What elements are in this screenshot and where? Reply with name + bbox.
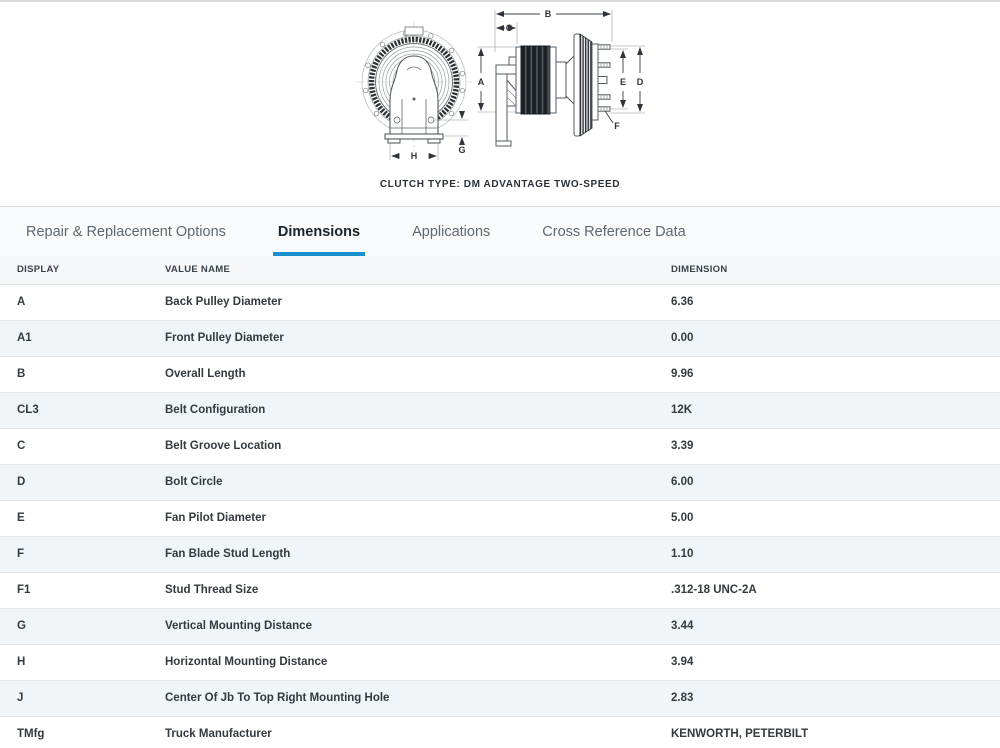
cell-dimension: 12K: [671, 392, 1000, 429]
cell-display: CL3: [0, 392, 165, 429]
cell-value-name: Stud Thread Size: [165, 572, 671, 609]
table-row: H Horizontal Mounting Distance 3.94: [0, 644, 1000, 681]
tab-repair-replacement-options[interactable]: Repair & Replacement Options: [21, 207, 231, 256]
table-row: F Fan Blade Stud Length 1.10: [0, 536, 1000, 573]
dim-label-h: H: [411, 151, 418, 161]
cell-value-name: Fan Pilot Diameter: [165, 500, 671, 537]
dim-label-e: E: [620, 77, 626, 87]
dim-label-b: B: [545, 9, 552, 19]
cell-dimension: 5.00: [671, 500, 1000, 537]
clutch-diagram: H G A B C E D F: [356, 9, 645, 161]
dim-label-d: D: [637, 77, 644, 87]
cell-dimension: KENWORTH, PETERBILT: [671, 716, 1000, 748]
cell-dimension: 0.00: [671, 320, 1000, 357]
tab-cross-reference-data[interactable]: Cross Reference Data: [537, 207, 690, 256]
table-row: A1 Front Pulley Diameter 0.00: [0, 320, 1000, 357]
cell-value-name: Truck Manufacturer: [165, 716, 671, 748]
cell-value-name: Back Pulley Diameter: [165, 284, 671, 321]
cell-display: E: [0, 500, 165, 537]
dim-label-g: G: [458, 145, 465, 155]
table-row: B Overall Length 9.96: [0, 356, 1000, 393]
cell-display: H: [0, 644, 165, 681]
column-header-dimension: DIMENSION: [671, 256, 1000, 285]
cell-display: F: [0, 536, 165, 573]
cell-display: A: [0, 284, 165, 321]
cell-display: D: [0, 464, 165, 501]
column-header-display: DISPLAY: [0, 256, 165, 285]
cell-display: J: [0, 680, 165, 717]
cell-display: F1: [0, 572, 165, 609]
table-row: C Belt Groove Location 3.39: [0, 428, 1000, 465]
clutch-type-caption: CLUTCH TYPE: DM ADVANTAGE TWO-SPEED: [379, 179, 621, 190]
cell-value-name: Belt Groove Location: [165, 428, 671, 465]
cell-dimension: 2.83: [671, 680, 1000, 717]
product-detail-page: H G A B C E D F CLUTCH TYPE: DM ADVANTAG…: [0, 0, 1000, 748]
table-row: G Vertical Mounting Distance 3.44: [0, 608, 1000, 645]
cell-display: C: [0, 428, 165, 465]
table-row: F1 Stud Thread Size .312-18 UNC-2A: [0, 572, 1000, 609]
cell-value-name: Belt Configuration: [165, 392, 671, 429]
cell-display: TMfg: [0, 716, 165, 748]
dim-label-a: A: [478, 77, 485, 87]
cell-value-name: Fan Blade Stud Length: [165, 536, 671, 573]
cell-value-name: Horizontal Mounting Distance: [165, 644, 671, 681]
table-row: E Fan Pilot Diameter 5.00: [0, 500, 1000, 537]
tab-dimensions[interactable]: Dimensions: [272, 207, 366, 256]
column-header-value-name: VALUE NAME: [165, 256, 671, 285]
cell-dimension: 3.39: [671, 428, 1000, 465]
dimensions-table: DISPLAY VALUE NAME DIMENSION A Back Pull…: [0, 256, 1000, 748]
cell-display: A1: [0, 320, 165, 357]
cell-value-name: Bolt Circle: [165, 464, 671, 501]
cell-value-name: Front Pulley Diameter: [165, 320, 671, 357]
cell-dimension: 1.10: [671, 536, 1000, 573]
cell-dimension: 6.00: [671, 464, 1000, 501]
cell-dimension: 9.96: [671, 356, 1000, 393]
table-row: A Back Pulley Diameter 6.36: [0, 284, 1000, 321]
front-view: [356, 22, 472, 152]
table-row: CL3 Belt Configuration 12K: [0, 392, 1000, 429]
cell-display: B: [0, 356, 165, 393]
diagram-section: H G A B C E D F CLUTCH TYPE: DM ADVANTAG…: [0, 2, 1000, 206]
table-header-row: DISPLAY VALUE NAME DIMENSION: [0, 256, 1000, 285]
cell-dimension: 6.36: [671, 284, 1000, 321]
dim-label-c: C: [506, 23, 513, 33]
cell-value-name: Center Of Jb To Top Right Mounting Hole: [165, 680, 671, 717]
cell-dimension: 3.94: [671, 644, 1000, 681]
table-row: TMfg Truck Manufacturer KENWORTH, PETERB…: [0, 716, 1000, 748]
table-row: D Bolt Circle 6.00: [0, 464, 1000, 501]
cell-display: G: [0, 608, 165, 645]
cell-dimension: 3.44: [671, 608, 1000, 645]
table-row: J Center Of Jb To Top Right Mounting Hol…: [0, 680, 1000, 717]
tab-applications[interactable]: Applications: [407, 207, 495, 256]
cell-value-name: Overall Length: [165, 356, 671, 393]
tab-bar: Repair & Replacement Options Dimensions …: [0, 206, 1000, 256]
dimension-table-body: A Back Pulley Diameter 6.36 A1 Front Pul…: [0, 284, 1000, 748]
cell-dimension: .312-18 UNC-2A: [671, 572, 1000, 609]
cell-value-name: Vertical Mounting Distance: [165, 608, 671, 645]
dim-label-f: F: [614, 121, 620, 131]
